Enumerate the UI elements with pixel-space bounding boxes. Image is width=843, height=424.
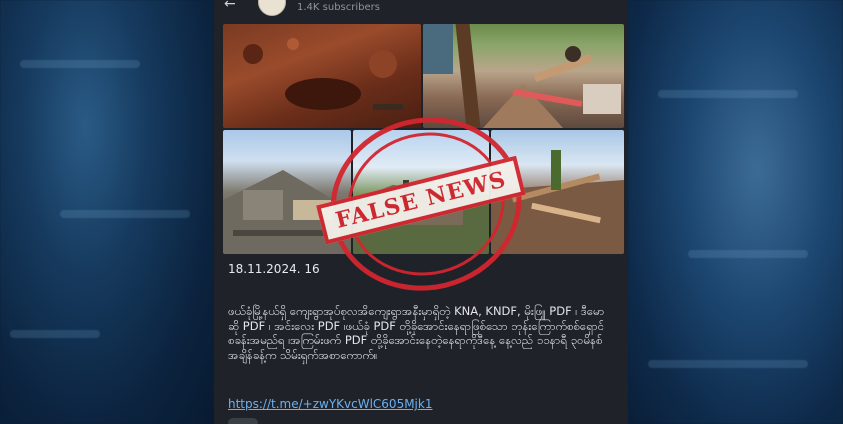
background-streak — [648, 360, 808, 368]
background-streak — [658, 90, 798, 98]
background-streak — [688, 250, 808, 258]
channel-avatar[interactable] — [258, 0, 286, 16]
post-date: 18.11.2024. 16 — [228, 262, 320, 276]
photo-destroyed-house[interactable] — [423, 24, 624, 128]
background-right — [628, 0, 843, 424]
post-body-text: ဖယ်ခုံမြို့နယ်ရှိ ကျေးရွာအုပ်စုလအိကျေးရွ… — [228, 304, 605, 362]
post-header: ← 1.4K subscribers — [214, 0, 628, 18]
reaction-icon[interactable] — [228, 418, 258, 424]
crater-debris-graphic — [243, 38, 403, 110]
background-streak — [60, 210, 190, 218]
subscriber-count: 1.4K subscribers — [297, 2, 380, 13]
background-streak — [20, 60, 140, 68]
background-streak — [10, 330, 100, 338]
post-link[interactable]: https://t.me/+zwYKvcWlC605Mjk1 — [228, 397, 432, 411]
back-arrow-icon[interactable]: ← — [224, 0, 236, 12]
debris-graphic — [423, 24, 621, 128]
background-left — [0, 0, 214, 424]
photo-crater[interactable] — [223, 24, 421, 128]
